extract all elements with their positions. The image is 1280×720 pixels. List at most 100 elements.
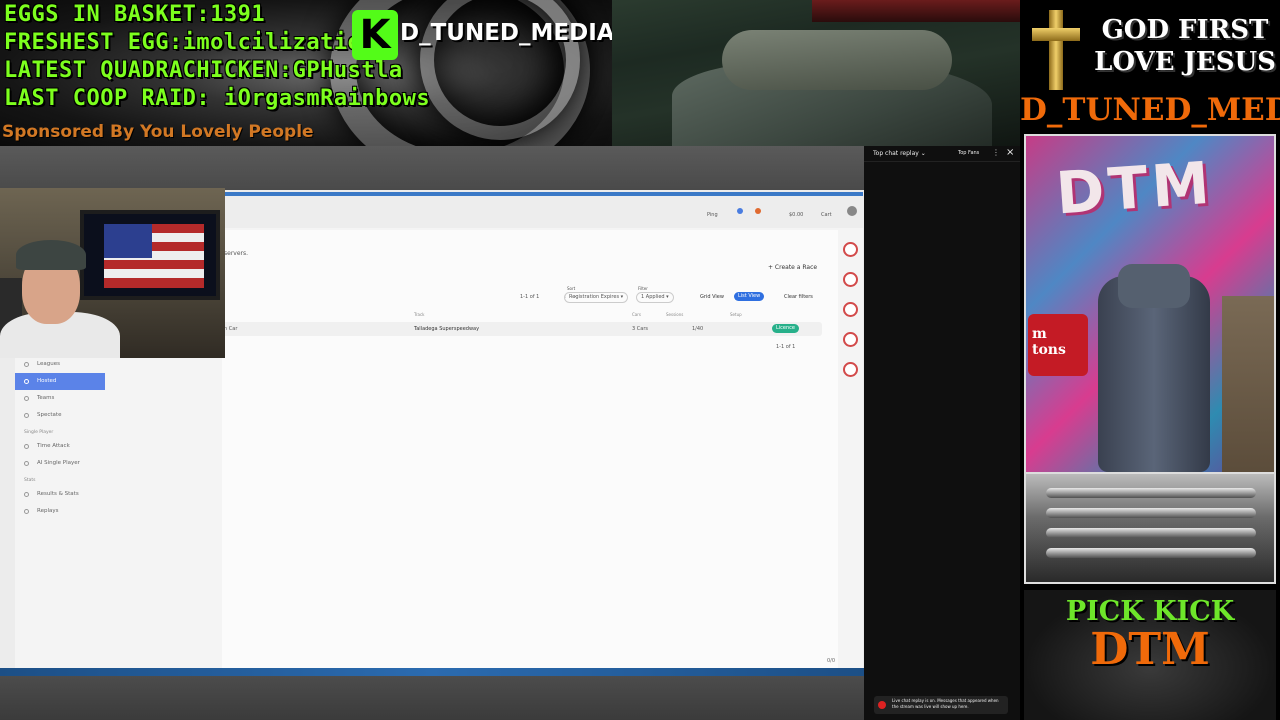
pick-kick-panel: PICK KICK DTM bbox=[1024, 590, 1276, 720]
sidebar-item-time-attack[interactable]: Time Attack bbox=[15, 438, 105, 455]
chat-replay-notice: Live chat replay is on. Messages that ap… bbox=[874, 696, 1008, 714]
faith-line-1: GOD FIRST bbox=[1101, 15, 1269, 45]
ping-button[interactable]: Ping bbox=[707, 212, 718, 218]
row-cars: 3 Cars bbox=[632, 326, 648, 332]
headrest-shape bbox=[1118, 264, 1190, 308]
dtm-graffiti: DTM bbox=[1053, 148, 1216, 228]
stat-freshest-egg: FRESHEST EGG:imolcilizationn bbox=[4, 30, 389, 55]
sidebar-item-teams[interactable]: Teams bbox=[15, 390, 105, 407]
row-track: Talladega Superspeedway bbox=[414, 326, 480, 332]
stats-overlay: EGGS IN BASKET:1391 FRESHEST EGG:imolcil… bbox=[0, 0, 612, 146]
table-row[interactable]: n Car Talladega Superspeedway 3 Cars 1/4… bbox=[222, 322, 822, 336]
leagues-icon bbox=[24, 362, 29, 367]
sidebar-item-leagues[interactable]: Leagues bbox=[15, 356, 105, 373]
stat-coop-raid: LAST COOP RAID: iOrgasmRainbows bbox=[4, 86, 431, 111]
create-race-button[interactable]: + Create a Race bbox=[768, 264, 817, 271]
chat-notice-text: Live chat replay is on. Messages that ap… bbox=[892, 698, 999, 709]
avatar[interactable] bbox=[847, 206, 857, 216]
page-subtitle: servers. bbox=[224, 250, 249, 257]
rail-button-5[interactable] bbox=[843, 362, 858, 377]
sidebar-item-label: Leagues bbox=[37, 361, 60, 367]
taskbar-accent bbox=[0, 668, 864, 676]
sort-label: Sort bbox=[567, 286, 576, 291]
sidebar-heading-stats: Stats bbox=[24, 478, 36, 483]
live-icon bbox=[878, 701, 886, 709]
shelf-shape bbox=[812, 0, 1020, 22]
shelf-shape bbox=[1222, 296, 1274, 472]
faith-line-2: LOVE JESUS bbox=[1094, 47, 1276, 77]
bed-camera bbox=[612, 0, 1020, 146]
sidebar-item-label: Spectate bbox=[37, 412, 62, 418]
sidebar-heading-single-player: Single Player bbox=[24, 430, 54, 435]
row-action-button[interactable]: Licence bbox=[772, 324, 799, 333]
pick-kick-text: PICK KICK bbox=[1065, 596, 1235, 627]
chat-mode-dropdown[interactable]: Top chat replay ⌄ bbox=[873, 150, 926, 157]
sidebar-item-label: Time Attack bbox=[37, 443, 70, 449]
sidebar-item-label: Hosted bbox=[37, 378, 57, 384]
rail-button-3[interactable] bbox=[843, 302, 858, 317]
top-fans-button[interactable]: Top Fans bbox=[958, 150, 979, 156]
cap-shape bbox=[16, 240, 86, 270]
sidebar-item-label: Results & Stats bbox=[37, 491, 79, 497]
ai-icon bbox=[24, 461, 29, 466]
col-cars: Cars bbox=[632, 312, 641, 317]
stat-eggs: EGGS IN BASKET:1391 bbox=[4, 2, 266, 27]
close-icon[interactable]: × bbox=[1006, 147, 1014, 158]
sidebar-item-spectate[interactable]: Spectate bbox=[15, 407, 105, 424]
channel-name-right: D_TUNED_MEDIA bbox=[1020, 92, 1280, 128]
dtm-text: DTM bbox=[1090, 624, 1210, 675]
sidebar-item-hosted[interactable]: Hosted bbox=[15, 373, 105, 390]
col-setup: Setup bbox=[730, 312, 742, 317]
sponsor-text: Sponsored By You Lovely People bbox=[2, 122, 314, 142]
hosted-icon bbox=[24, 379, 29, 384]
stat-quadrachicken: LATEST QUADRACHICKEN:GPHustla bbox=[4, 58, 403, 83]
time-attack-icon bbox=[24, 444, 29, 449]
capture-bottom-band bbox=[0, 676, 864, 720]
teams-icon bbox=[24, 396, 29, 401]
cart-button[interactable]: Cart bbox=[821, 212, 832, 218]
list-view-button[interactable]: List View bbox=[734, 292, 765, 301]
cross-icon bbox=[1030, 10, 1082, 90]
sort-select[interactable]: Registration Expires ▾ bbox=[564, 292, 629, 303]
capture-top-band bbox=[0, 146, 864, 190]
streamer-webcam bbox=[0, 188, 225, 358]
replays-icon bbox=[24, 509, 29, 514]
page-count-top: 1-1 of 1 bbox=[520, 294, 540, 300]
hosted-races-content: servers. + Create a Race 1-1 of 1 ‹ › So… bbox=[222, 230, 838, 670]
room-camera: DTM m tons bbox=[1024, 134, 1276, 474]
notification-badge-icon[interactable] bbox=[737, 208, 743, 214]
row-name: n Car bbox=[224, 326, 238, 332]
grid-view-button[interactable]: Grid View bbox=[700, 294, 724, 300]
filter-select[interactable]: 1 Applied ▾ bbox=[636, 292, 674, 303]
channel-name-top: D_TUNED_MEDIA bbox=[400, 20, 612, 46]
clear-filters-button[interactable]: Clear filters bbox=[784, 294, 813, 300]
sidebar-item-replays[interactable]: Replays bbox=[15, 503, 105, 520]
sidebar-item-label: Teams bbox=[37, 395, 55, 401]
sign-shape: m tons bbox=[1028, 314, 1088, 376]
page-count-bottom: 1-1 of 1 bbox=[776, 344, 796, 350]
sleeping-person-shape bbox=[722, 30, 952, 90]
filter-value: 1 Applied bbox=[641, 294, 665, 300]
rail-button-2[interactable] bbox=[843, 272, 858, 287]
sort-value: Registration Expires bbox=[569, 294, 620, 300]
alert-badge-icon[interactable] bbox=[755, 208, 761, 214]
col-track: Track bbox=[414, 312, 425, 317]
row-entries: 1/40 bbox=[692, 326, 704, 332]
more-options-icon[interactable]: ⋮ bbox=[992, 148, 1000, 157]
rail-button-4[interactable] bbox=[843, 332, 858, 347]
app-sidebar: Leagues Hosted Teams Spectate Single Pla… bbox=[15, 356, 105, 520]
sidebar-item-ai-single-player[interactable]: AI Single Player bbox=[15, 455, 105, 472]
engine-graphic bbox=[1024, 474, 1276, 584]
wallet-balance[interactable]: $0.00 bbox=[789, 212, 803, 218]
chat-replay-panel: Top chat replay ⌄ Top Fans ⋮ × Live chat… bbox=[864, 146, 1020, 720]
sign-text: m tons bbox=[1032, 326, 1066, 358]
col-sessions: Sessions bbox=[666, 312, 684, 317]
sidebar-item-label: Replays bbox=[37, 508, 59, 514]
kick-logo-icon: K bbox=[352, 10, 398, 60]
sidebar-item-label: AI Single Player bbox=[37, 460, 80, 466]
rail-button-1[interactable] bbox=[843, 242, 858, 257]
chat-header: Top chat replay ⌄ Top Fans ⋮ × bbox=[864, 146, 1020, 162]
sidebar-item-results[interactable]: Results & Stats bbox=[15, 486, 105, 503]
chat-title: Top chat replay bbox=[873, 150, 919, 157]
users-count: 0/0 bbox=[827, 658, 836, 664]
